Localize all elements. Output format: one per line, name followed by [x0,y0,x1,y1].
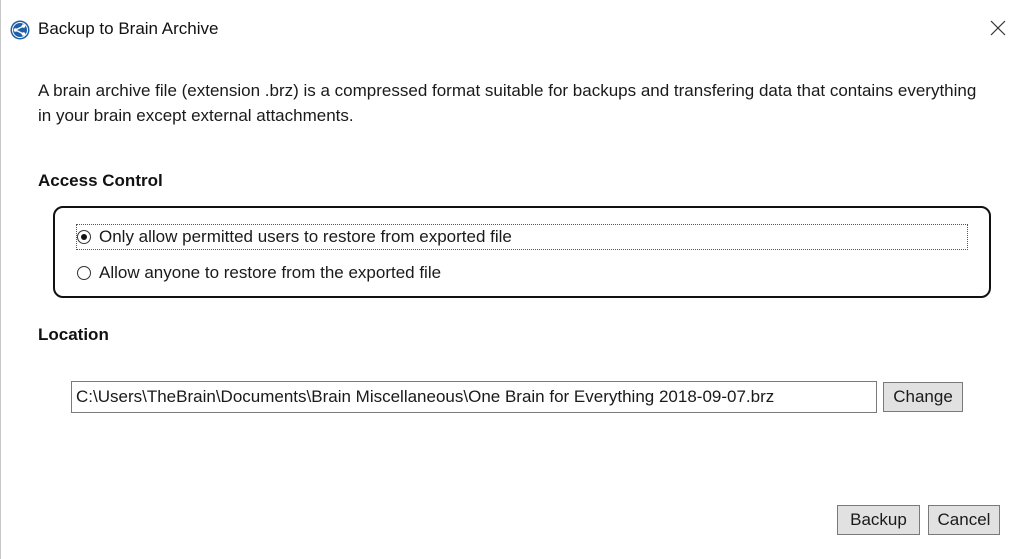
radio-label-anyone: Allow anyone to restore from the exporte… [99,263,442,282]
backup-dialog: Backup to Brain Archive A brain archive … [0,0,1025,559]
description-text: A brain archive file (extension .brz) is… [38,81,977,125]
radio-button-selected[interactable] [77,230,91,244]
radio-button-unselected[interactable] [77,266,91,280]
radio-label-permitted-users: Only allow permitted users to restore fr… [99,227,512,246]
window-title: Backup to Brain Archive [38,19,219,38]
location-path-input[interactable] [71,381,877,413]
cancel-button[interactable]: Cancel [928,505,1000,535]
access-control-heading: Access Control [38,171,163,190]
backup-button[interactable]: Backup [837,505,920,535]
radio-option-permitted-users[interactable]: Only allow permitted users to restore fr… [76,224,968,250]
radio-dot [81,234,87,240]
radio-option-anyone[interactable]: Allow anyone to restore from the exporte… [77,261,441,285]
title-bar: Backup to Brain Archive [1,0,1025,60]
access-control-group: Only allow permitted users to restore fr… [53,206,991,298]
location-heading: Location [38,325,109,344]
change-location-button[interactable]: Change [883,382,963,412]
thebrain-app-icon [10,20,30,40]
close-button[interactable] [984,16,1012,44]
close-x-icon [990,20,1006,41]
